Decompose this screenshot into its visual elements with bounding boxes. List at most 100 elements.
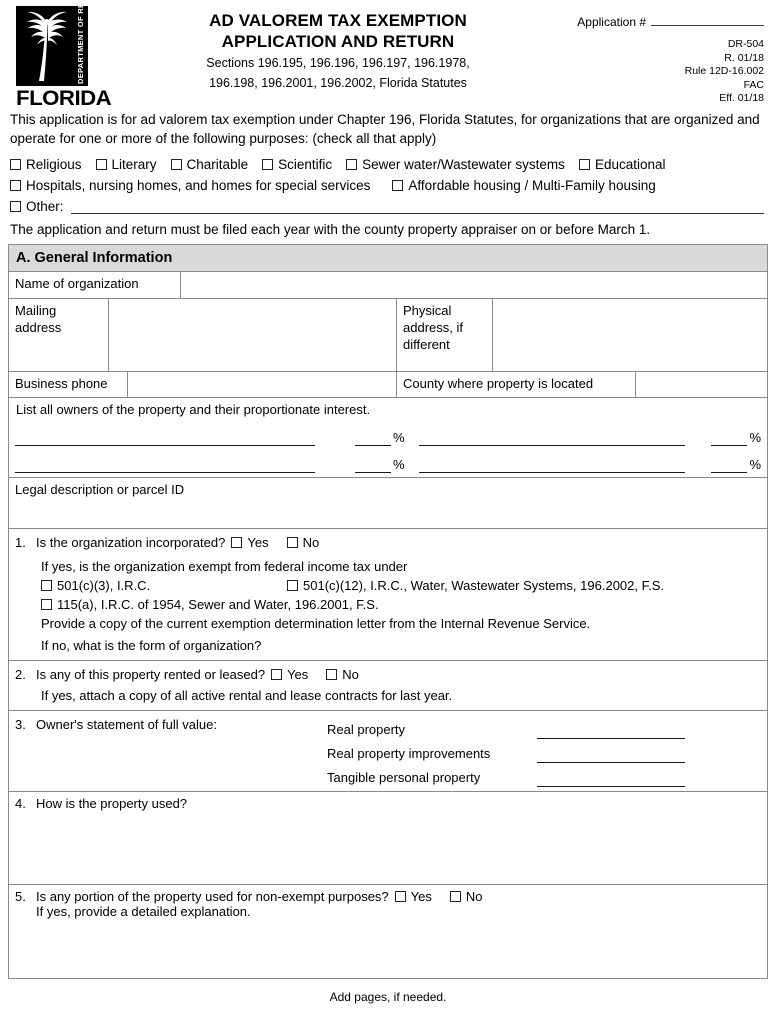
question-1-options-row-2: 115(a), I.R.C. of 1954, Sewer and Water,… (15, 595, 761, 614)
checkbox-label-115a: 115(a), I.R.C. of 1954, Sewer and Water,… (57, 597, 379, 612)
question-4[interactable]: 4. How is the property used? (9, 792, 767, 885)
checkbox-sewer-wastewater[interactable]: Sewer water/Wastewater systems (346, 155, 565, 175)
percent-symbol-1-right: % (749, 430, 761, 445)
question-1: 1. Is the organization incorporated? Yes… (9, 529, 767, 661)
input-owner-2-right[interactable] (418, 452, 686, 473)
checkbox-115a[interactable]: 115(a), I.R.C. of 1954, Sewer and Water,… (41, 595, 379, 614)
checkbox-box-q5-yes[interactable] (394, 891, 406, 902)
question-1-yes[interactable]: Yes (225, 533, 269, 552)
checkbox-box-literary[interactable] (95, 159, 107, 170)
intro-paragraph: This application is for ad valorem tax e… (10, 112, 760, 146)
input-mailing-address[interactable] (109, 299, 397, 371)
checkbox-label-501c12: 501(c)(12), I.R.C., Water, Wastewater Sy… (303, 578, 664, 593)
input-owner-2-right-percent[interactable] (711, 452, 748, 473)
checkbox-box-religious[interactable] (10, 159, 21, 170)
checkbox-box-115a[interactable] (41, 599, 52, 610)
checkbox-box-scientific[interactable] (262, 159, 274, 170)
checkbox-label-501c3: 501(c)(3), I.R.C. (57, 578, 151, 593)
owner-row-1: % % (15, 421, 761, 446)
input-real-property[interactable] (537, 721, 685, 739)
checkbox-box-q1-no[interactable] (286, 537, 298, 548)
checkbox-label-hospitals: Hospitals, nursing homes, and homes for … (26, 177, 371, 193)
checkbox-label-q2-yes: Yes (287, 667, 309, 682)
checkbox-box-other[interactable] (10, 201, 21, 212)
checkbox-501c12[interactable]: 501(c)(12), I.R.C., Water, Wastewater Sy… (287, 576, 664, 595)
input-physical-address[interactable] (493, 299, 767, 371)
question-1-no[interactable]: No (281, 533, 319, 552)
input-owner-1-right[interactable] (418, 425, 686, 446)
checkbox-box-hospitals[interactable] (10, 180, 21, 191)
question-2-yes[interactable]: Yes (265, 665, 308, 684)
checkbox-charitable[interactable]: Charitable (170, 155, 248, 175)
question-1-if-no: If no, what is the form of organization? (41, 638, 262, 653)
question-4-number: 4. (15, 796, 26, 811)
question-1-text: Is the organization incorporated? (36, 535, 226, 550)
page-header: DEPARTMENT OF REVENUE FLORIDA AD VALOREM… (8, 0, 768, 110)
checkbox-literary[interactable]: Literary (95, 155, 157, 175)
checkbox-box-educational[interactable] (578, 159, 590, 170)
input-name-of-organization[interactable] (181, 272, 767, 298)
question-4-text: How is the property used? (36, 796, 188, 811)
document-title-block: AD VALOREM TAX EXEMPTION APPLICATION AND… (120, 6, 556, 92)
checkbox-religious[interactable]: Religious (10, 155, 82, 175)
input-owner-1-right-percent[interactable] (711, 425, 748, 446)
form-effective-date: Eff. 01/18 (719, 92, 764, 104)
input-business-phone[interactable] (128, 372, 397, 397)
application-number-input[interactable] (651, 12, 764, 26)
section-a-table: A. General Information Name of organizat… (8, 244, 768, 979)
input-county[interactable] (636, 372, 767, 397)
checkbox-affordable-housing[interactable]: Affordable housing / Multi-Family housin… (392, 176, 656, 196)
logo-image: DEPARTMENT OF REVENUE (16, 0, 88, 86)
input-owner-2-left[interactable] (15, 452, 315, 473)
question-5-no[interactable]: No (444, 889, 483, 904)
row-phone-county: Business phone County where property is … (9, 372, 767, 398)
question-2-number: 2. (15, 667, 26, 682)
checkbox-label-q1-yes: Yes (247, 535, 269, 550)
question-5[interactable]: 5. Is any portion of the property used f… (9, 885, 767, 979)
input-owner-1-left[interactable] (15, 425, 315, 446)
checkbox-box-affordable-housing[interactable] (392, 180, 404, 191)
checkbox-box-q2-no[interactable] (326, 669, 338, 680)
checkbox-501c3[interactable]: 501(c)(3), I.R.C. (41, 576, 287, 595)
checkbox-hospitals[interactable]: Hospitals, nursing homes, and homes for … (10, 176, 370, 196)
checkbox-scientific[interactable]: Scientific (262, 155, 332, 175)
checkbox-box-q5-no[interactable] (449, 891, 461, 902)
label-business-phone: Business phone (9, 372, 128, 397)
input-tangible-personal-property[interactable] (537, 769, 685, 787)
other-purpose-input[interactable] (70, 200, 764, 214)
percent-symbol-2-left: % (393, 457, 405, 472)
checkbox-box-charitable[interactable] (170, 159, 182, 170)
checkbox-box-501c12[interactable] (287, 580, 298, 591)
question-5-text: Is any portion of the property used for … (36, 889, 389, 904)
owner-row-2: % % (15, 448, 761, 473)
question-2-no[interactable]: No (320, 665, 359, 684)
section-a-heading: A. General Information (9, 245, 767, 272)
question-5-yes[interactable]: Yes (389, 889, 432, 904)
label-tangible-personal-property: Tangible personal property (327, 770, 481, 785)
checkbox-box-501c3[interactable] (41, 580, 52, 591)
percent-symbol-1-left: % (393, 430, 405, 445)
checkbox-box-q1-yes[interactable] (231, 537, 243, 548)
form-identifiers: DR-504 R. 01/18 Rule 12D-16.002 FAC Eff.… (556, 38, 764, 106)
question-3-item-tangible: Tangible personal property (327, 763, 761, 787)
footer-note: Add pages, if needed. (329, 990, 447, 1004)
question-5-note: If yes, provide a detailed explanation. (36, 904, 251, 919)
form-fac: FAC (743, 78, 764, 91)
checkbox-other[interactable]: Other: (10, 197, 64, 217)
question-1-provide-note: Provide a copy of the current exemption … (41, 616, 591, 631)
checkbox-label-scientific: Scientific (278, 156, 333, 172)
logo-vertical-text: DEPARTMENT OF REVENUE (76, 0, 85, 84)
statute-line2: 196.198, 196.2001, 196.2002, Florida Sta… (209, 76, 467, 90)
row-legal-description[interactable]: Legal description or parcel ID (9, 478, 767, 529)
input-real-property-improvements[interactable] (537, 745, 685, 763)
question-1-number: 1. (15, 535, 26, 550)
input-owner-2-left-percent[interactable] (355, 452, 391, 473)
checkbox-box-q2-yes[interactable] (271, 669, 283, 680)
statute-line1: Sections 196.195, 196.196, 196.197, 196.… (206, 56, 470, 70)
purposes-checklist: Religious Literary Charitable Scientific… (8, 154, 768, 217)
question-2-prompt: 2. Is any of this property rented or lea… (15, 665, 761, 684)
question-1-sub-intro: If yes, is the organization exempt from … (41, 559, 408, 574)
checkbox-educational[interactable]: Educational (578, 155, 666, 175)
input-owner-1-left-percent[interactable] (355, 425, 391, 446)
checkbox-box-sewer-wastewater[interactable] (346, 159, 358, 170)
